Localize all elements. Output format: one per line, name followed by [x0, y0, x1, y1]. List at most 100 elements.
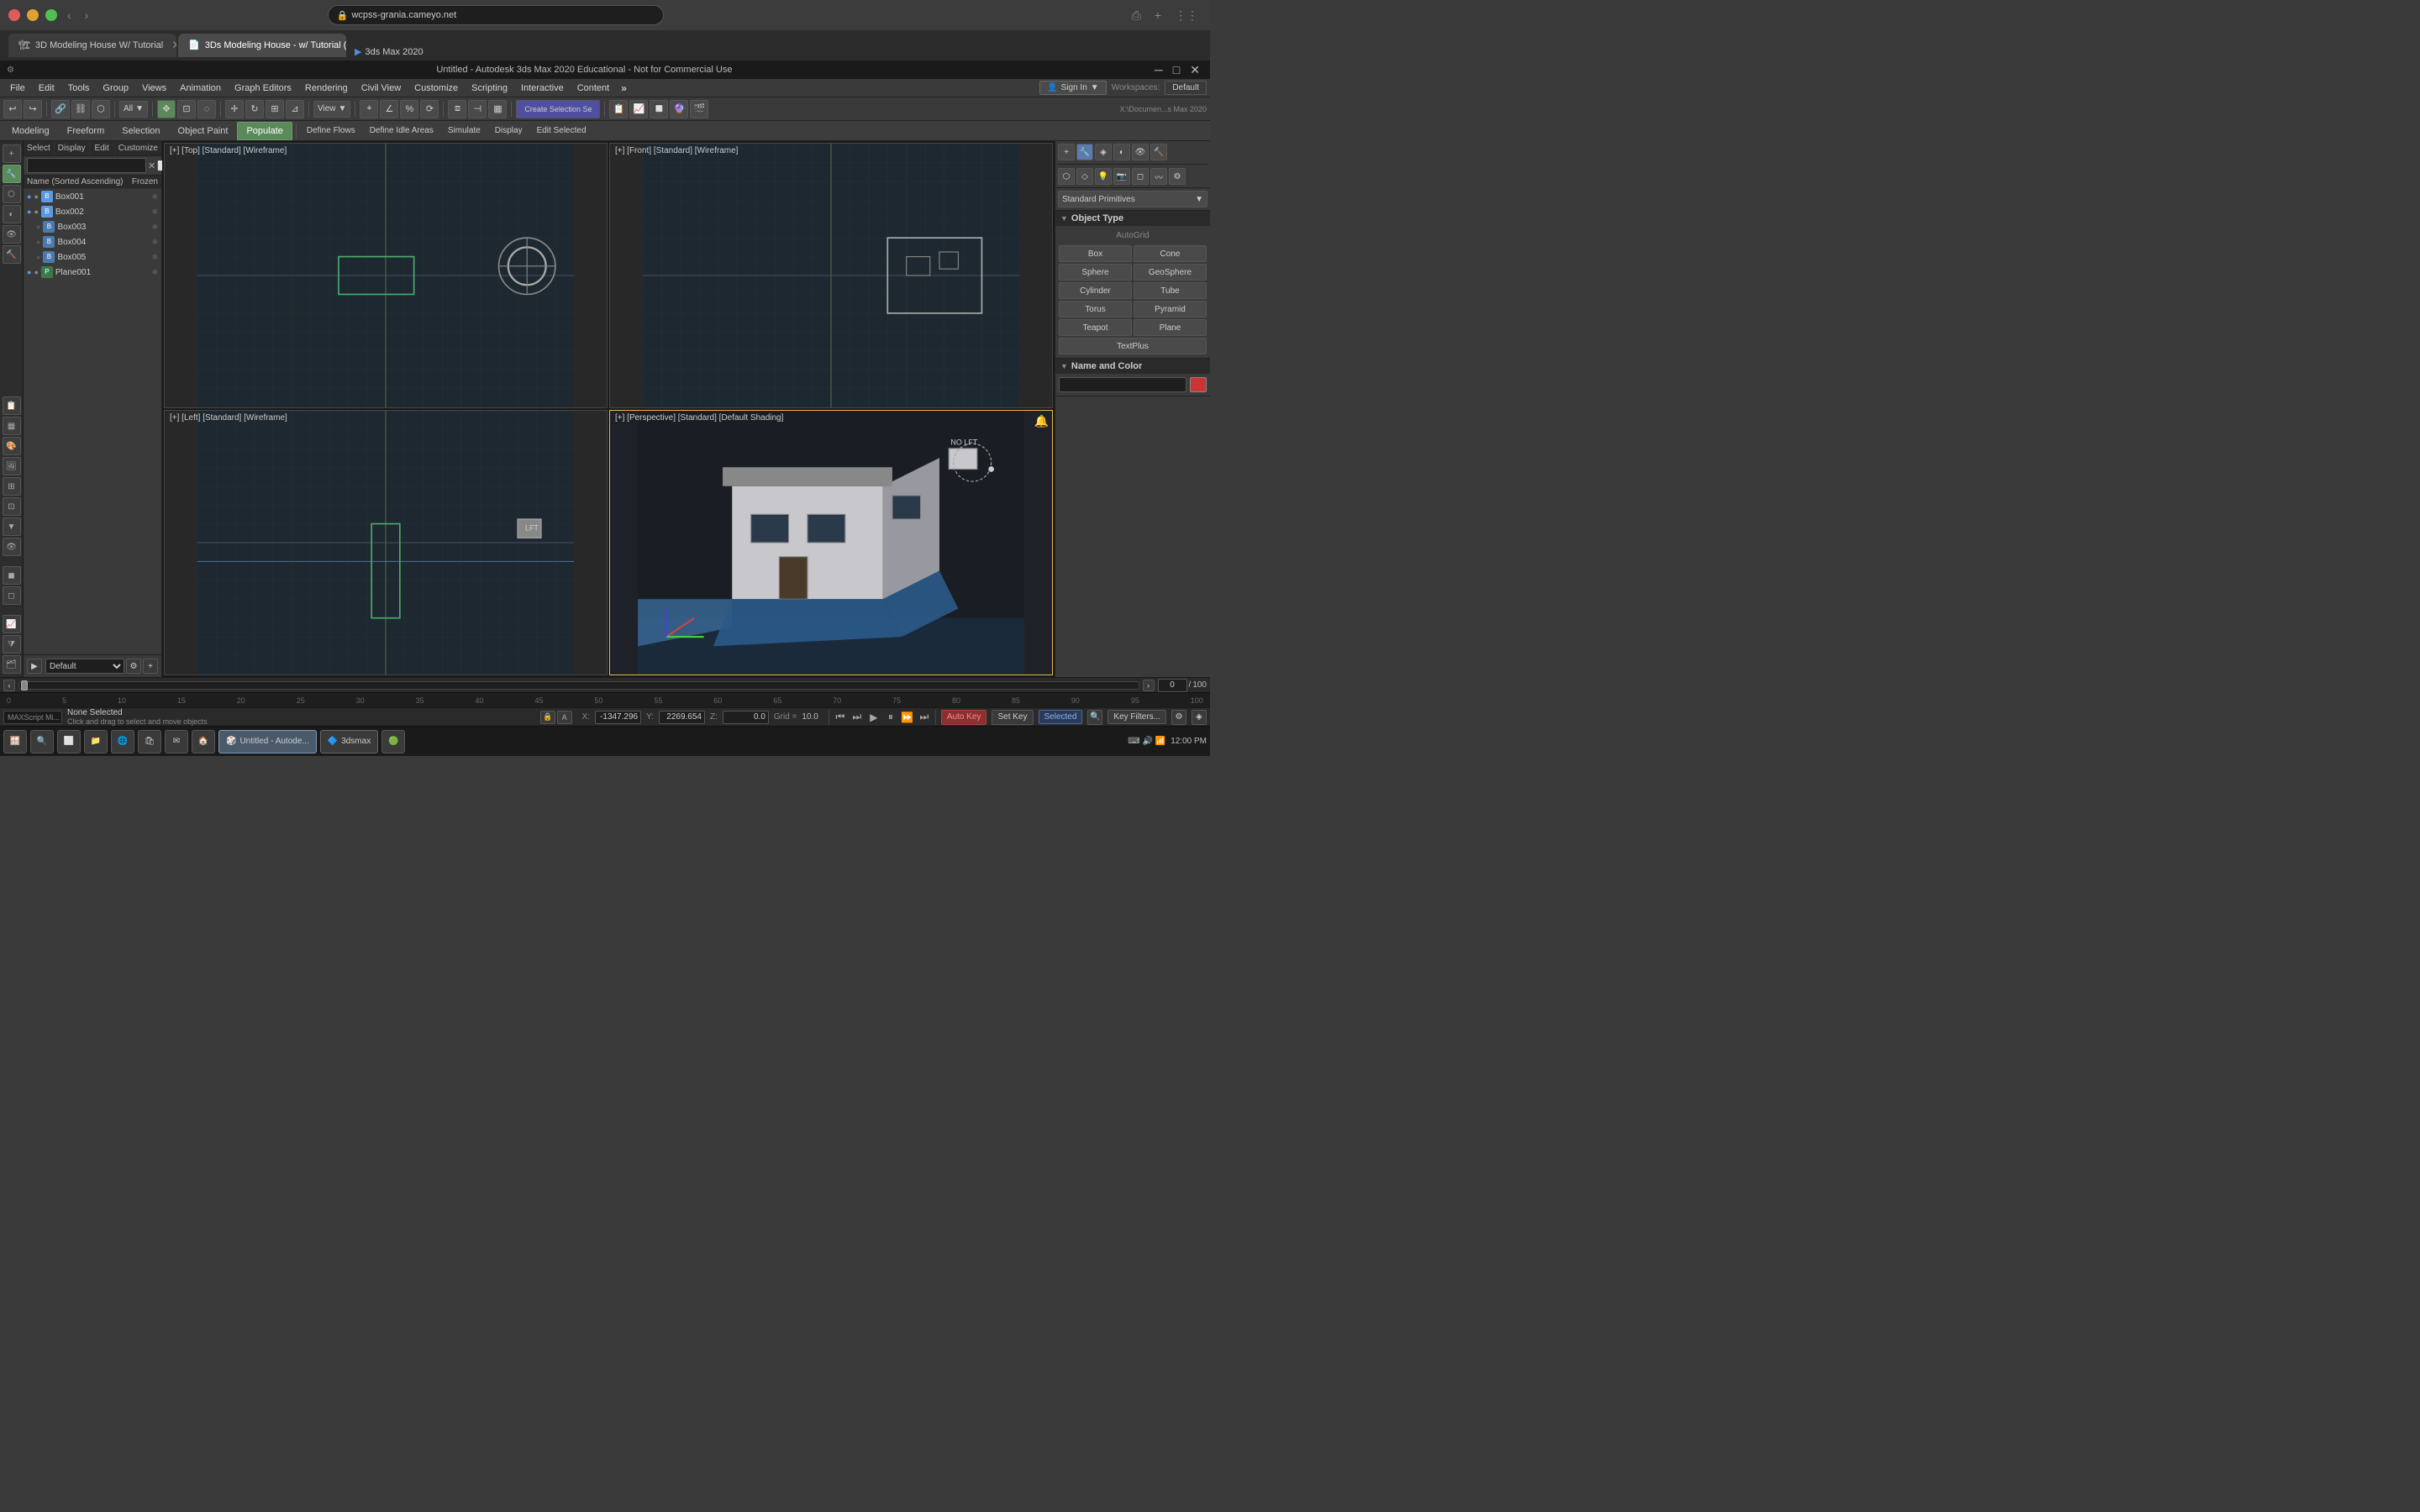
filter-dropdown[interactable]: All ▼: [119, 101, 148, 118]
search-taskbar-btn[interactable]: 🔍: [30, 730, 54, 753]
tab-populate[interactable]: Populate: [237, 122, 292, 140]
workspaces-dropdown[interactable]: Default: [1165, 81, 1207, 95]
align-btn[interactable]: ⊣: [468, 100, 487, 118]
menu-rendering[interactable]: Rendering: [298, 81, 355, 95]
scene-btn[interactable]: 🗂: [3, 655, 21, 674]
address-bar[interactable]: 🔒 wcpss-grania.cameyo.net: [328, 5, 664, 25]
name-field[interactable]: [1059, 377, 1186, 392]
edit-selected-btn[interactable]: Edit Selected: [530, 123, 593, 139]
material-explorer-btn[interactable]: 🎨: [3, 437, 21, 455]
menu-file[interactable]: File: [3, 81, 32, 95]
link-btn[interactable]: 🔗: [51, 100, 70, 118]
minimize-app-btn[interactable]: ─: [1151, 64, 1166, 76]
list-item[interactable]: ● ● B Box002 ❄: [24, 204, 161, 219]
menu-animation[interactable]: Animation: [173, 81, 228, 95]
maximize-btn[interactable]: [45, 9, 57, 21]
menu-civil-view[interactable]: Civil View: [355, 81, 408, 95]
menu-customize[interactable]: Customize: [408, 81, 465, 95]
goto-end-btn[interactable]: ⏭: [917, 710, 932, 725]
curve-editor[interactable]: 📈: [629, 100, 648, 118]
lights-btn[interactable]: 💡: [1095, 168, 1112, 185]
create-selection-btn[interactable]: Create Selection Se: [516, 100, 600, 118]
list-item[interactable]: ● B Box005 ❄: [24, 249, 161, 265]
goto-start-btn[interactable]: ⏮: [833, 710, 848, 725]
select-btn[interactable]: ✥: [157, 100, 176, 118]
hierarchy-panel-btn[interactable]: ◈: [1095, 144, 1112, 160]
angle-snap[interactable]: ∠: [380, 100, 398, 118]
list-item[interactable]: ● ● P Plane001 ❄: [24, 265, 161, 280]
filter-btn[interactable]: ▼: [3, 517, 21, 536]
create-btn[interactable]: +: [3, 144, 21, 163]
extra-tools-2[interactable]: ◈: [1192, 710, 1207, 725]
curve-editor-btn[interactable]: 📈: [3, 615, 21, 633]
tab-selection[interactable]: Selection: [113, 122, 168, 140]
sphere-btn[interactable]: Sphere: [1059, 264, 1132, 281]
material-editor[interactable]: 🔮: [670, 100, 688, 118]
systems-btn[interactable]: ⚙: [1169, 168, 1186, 185]
modify-btn[interactable]: 🔧: [3, 165, 21, 183]
menu-graph-editors[interactable]: Graph Editors: [228, 81, 298, 95]
search-btn[interactable]: 🔍: [1087, 710, 1102, 725]
select-lasso-btn[interactable]: ◌: [197, 100, 216, 118]
list-item[interactable]: ● B Box004 ❄: [24, 234, 161, 249]
new-tab-btn[interactable]: +: [1151, 7, 1165, 24]
torus-btn[interactable]: Torus: [1059, 301, 1132, 318]
motion-btn[interactable]: ◐: [3, 205, 21, 223]
tab-modeling[interactable]: Modeling: [3, 122, 58, 140]
primitives-dropdown[interactable]: Standard Primitives ▼: [1058, 191, 1207, 207]
layer-play-btn[interactable]: ▶: [27, 659, 42, 674]
layer-dropdown[interactable]: Default: [45, 659, 124, 674]
menu-content[interactable]: Content: [571, 81, 617, 95]
geometry-btn[interactable]: ⬡: [1058, 168, 1075, 185]
close-btn[interactable]: [8, 9, 20, 21]
tab-google-docs[interactable]: 📄 3Ds Modeling House - w/ Tutorial (MTV …: [178, 34, 346, 57]
define-idle-areas-btn[interactable]: Define Idle Areas: [363, 123, 440, 139]
viewport-nav-btn[interactable]: ⊡: [3, 497, 21, 516]
create-panel-btn[interactable]: +: [1058, 144, 1075, 160]
display-btn[interactable]: Display: [488, 123, 529, 139]
panel-tab-edit[interactable]: Edit: [90, 141, 115, 155]
back-btn[interactable]: ‹: [64, 7, 75, 24]
prev-frame-btn[interactable]: ⏭: [850, 710, 865, 725]
panel-tab-customize[interactable]: Customize: [115, 141, 161, 155]
panel-tab-display[interactable]: Display: [55, 141, 90, 155]
filter-icon-btn[interactable]: ⧩: [3, 635, 21, 654]
cylinder-btn[interactable]: Cylinder: [1059, 282, 1132, 299]
define-flows-btn[interactable]: Define Flows: [300, 123, 362, 139]
layer-btn[interactable]: ▦: [488, 100, 507, 118]
layer-add-btn[interactable]: +: [143, 659, 158, 674]
bind-to-spacewarp[interactable]: ⬡: [92, 100, 110, 118]
viewport-toggle-btn[interactable]: ⊞: [3, 477, 21, 496]
display-panel-btn[interactable]: 👁: [1132, 144, 1149, 160]
color-swatch[interactable]: [1190, 377, 1207, 392]
plane-btn[interactable]: Plane: [1134, 319, 1207, 336]
viewport-left[interactable]: [+] [Left] [Standard] [Wireframe]: [164, 410, 608, 675]
frame-prev-btn[interactable]: ‹: [3, 680, 15, 691]
green-icon-btn[interactable]: 🟢: [381, 730, 405, 753]
quad-select-btn[interactable]: ◼: [3, 566, 21, 585]
search-clear-btn[interactable]: ✕: [148, 158, 155, 173]
y-input[interactable]: 2269.654: [659, 711, 705, 724]
restore-app-btn[interactable]: □: [1170, 64, 1183, 76]
file-explorer-btn[interactable]: 📁: [84, 730, 108, 753]
utilities-panel-btn[interactable]: 🔨: [1150, 144, 1167, 160]
tab-close-1[interactable]: ✕: [171, 39, 176, 52]
forward-btn[interactable]: ›: [82, 7, 92, 24]
pyramid-btn[interactable]: Pyramid: [1134, 301, 1207, 318]
taskview-btn[interactable]: ⬜: [57, 730, 81, 753]
render-btn[interactable]: 🎬: [690, 100, 708, 118]
viewport-perspective[interactable]: [+] [Perspective] [Standard] [Default Sh…: [609, 410, 1053, 675]
tab-modeling-tutorial[interactable]: 🏗 3D Modeling House W/ Tutorial ✕: [8, 34, 176, 57]
house-btn[interactable]: 🏠: [192, 730, 215, 753]
menu-scripting[interactable]: Scripting: [465, 81, 514, 95]
rotate-btn[interactable]: ↻: [245, 100, 264, 118]
scale-btn[interactable]: ⊞: [266, 100, 284, 118]
simulate-btn[interactable]: Simulate: [441, 123, 487, 139]
place-btn[interactable]: ⊿: [286, 100, 304, 118]
minimize-btn[interactable]: [27, 9, 39, 21]
motion-panel-btn[interactable]: ◐: [1113, 144, 1130, 160]
display-panel-btn[interactable]: 👁: [3, 225, 21, 244]
select-all-btn[interactable]: ◻: [3, 586, 21, 605]
layer-settings-btn[interactable]: ⚙: [126, 659, 141, 674]
tab-object-paint[interactable]: Object Paint: [170, 122, 237, 140]
